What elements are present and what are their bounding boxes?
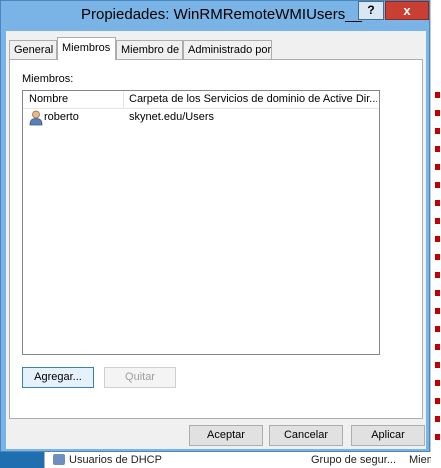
list-header: Nombre Carpeta de los Servicios de domin… <box>23 91 379 109</box>
member-folder: skynet.edu/Users <box>129 111 214 123</box>
background-mark <box>435 434 440 440</box>
background-mark <box>435 128 440 134</box>
background-mark <box>435 254 440 260</box>
title-bar[interactable]: Propiedades: WinRMRemoteWMIUsers__ ? x <box>1 1 429 31</box>
window-title: Propiedades: WinRMRemoteWMIUsers__ <box>81 6 362 23</box>
cancel-button[interactable]: Cancelar <box>269 425 343 446</box>
members-tab-panel: Miembros: Nombre Carpeta de los Servicio… <box>9 59 423 419</box>
ok-button[interactable]: Aceptar <box>189 425 263 446</box>
background-mark <box>435 380 440 386</box>
background-mark <box>435 344 440 350</box>
tab-miembro-de[interactable]: Miembro de <box>116 40 183 59</box>
tab-general[interactable]: General <box>9 40 57 59</box>
background-row-name: Usuarios de DHCP <box>69 454 162 466</box>
column-header-name[interactable]: Nombre <box>29 91 121 108</box>
background-mark <box>435 236 440 242</box>
background-mark <box>435 110 440 116</box>
properties-dialog: Propiedades: WinRMRemoteWMIUsers__ ? x G… <box>0 0 430 452</box>
background-mark <box>435 290 440 296</box>
list-item[interactable]: roberto skynet.edu/Users <box>23 110 379 126</box>
background-mark <box>435 308 440 314</box>
members-label: Miembros: <box>22 73 74 85</box>
members-list[interactable]: Nombre Carpeta de los Servicios de domin… <box>22 90 380 355</box>
background-mark <box>435 200 440 206</box>
background-mark <box>435 272 440 278</box>
add-button[interactable]: Agregar... <box>22 367 94 388</box>
dialog-client-area: General Miembros Miembro de Administrado… <box>6 31 426 449</box>
background-mark <box>435 218 440 224</box>
background-mark <box>435 362 440 368</box>
background-mark <box>435 398 440 404</box>
background-mark <box>435 182 440 188</box>
remove-button[interactable]: Quitar <box>104 367 176 388</box>
background-mark <box>435 146 440 152</box>
member-name: roberto <box>44 111 79 123</box>
tab-administrado-por[interactable]: Administrado por <box>183 40 272 59</box>
background-mark <box>435 164 440 170</box>
background-mark <box>435 416 440 422</box>
close-button[interactable]: x <box>385 1 429 20</box>
user-icon <box>29 110 43 126</box>
help-button[interactable]: ? <box>358 1 384 20</box>
background-list-row[interactable]: Usuarios de DHCP Grupo de segur... Miem <box>44 452 431 468</box>
background-row-type: Grupo de segur... <box>311 454 396 466</box>
background-mark <box>435 326 440 332</box>
group-icon <box>53 454 65 465</box>
background-window-edge <box>430 0 441 468</box>
column-header-folder[interactable]: Carpeta de los Servicios de dominio de A… <box>123 91 377 108</box>
apply-button[interactable]: Aplicar <box>351 425 425 446</box>
tab-miembros[interactable]: Miembros <box>57 37 116 60</box>
background-row-extra: Miem <box>409 454 431 466</box>
background-mark <box>435 92 440 98</box>
